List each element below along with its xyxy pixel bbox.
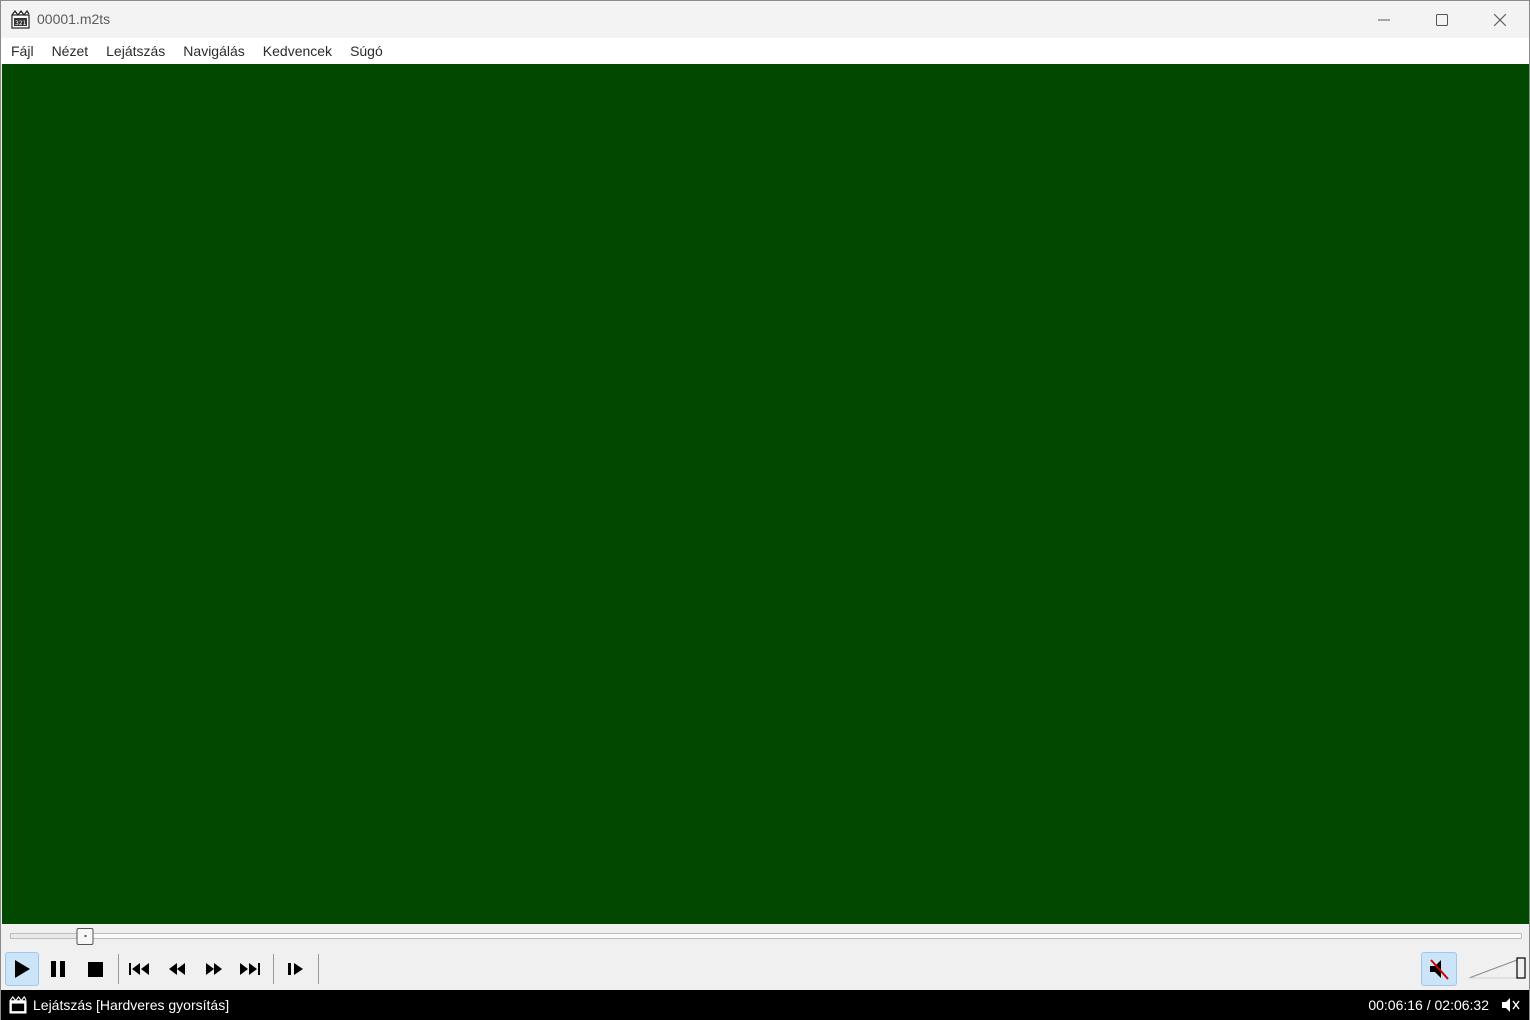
media-player-window: 321 00001.m2ts Fájl Nézet Lejátszás Navi… (0, 0, 1530, 1020)
mute-icon (1430, 959, 1449, 980)
frame-step-button[interactable] (279, 952, 313, 986)
skip-previous-icon (129, 963, 149, 975)
pause-icon (51, 961, 65, 977)
seek-bar[interactable] (1, 924, 1529, 948)
menu-navigate[interactable]: Navigálás (174, 38, 253, 64)
close-button[interactable] (1471, 1, 1529, 38)
playback-status: Lejátszás [Hardveres gyorsítás] (33, 997, 230, 1013)
svg-text:321: 321 (15, 20, 27, 27)
minimize-button[interactable] (1355, 1, 1413, 38)
skip-next-icon (240, 963, 260, 975)
seek-track[interactable] (10, 933, 1522, 939)
stop-button[interactable] (78, 952, 112, 986)
app-icon (9, 996, 27, 1014)
rewind-button[interactable] (160, 952, 194, 986)
next-button[interactable] (233, 952, 267, 986)
seek-thumb[interactable] (76, 928, 94, 945)
previous-button[interactable] (122, 952, 156, 986)
rewind-icon (169, 963, 185, 975)
volume-thumb (1516, 957, 1526, 979)
playback-toolbar (1, 948, 1529, 990)
stop-icon (87, 961, 103, 977)
menu-bar: Fájl Nézet Lejátszás Navigálás Kedvencek… (1, 38, 1529, 64)
maximize-button[interactable] (1413, 1, 1471, 38)
time-readout[interactable]: 00:06:16 / 02:06:32 (1368, 997, 1489, 1013)
menu-favorites[interactable]: Kedvencek (254, 38, 341, 64)
menu-view[interactable]: Nézet (43, 38, 98, 64)
toolbar-separator (318, 954, 319, 984)
toolbar-separator (118, 954, 119, 984)
frame-step-icon (288, 963, 303, 975)
menu-play[interactable]: Lejátszás (97, 38, 174, 64)
close-icon (1494, 13, 1506, 26)
audio-muted-icon (1502, 998, 1520, 1012)
mute-button[interactable] (1421, 952, 1457, 986)
video-area[interactable] (2, 64, 1529, 924)
play-icon (15, 960, 30, 978)
minimize-icon (1378, 19, 1390, 20)
window-title: 00001.m2ts (37, 11, 111, 27)
play-button[interactable] (5, 952, 39, 986)
fast-forward-icon (206, 963, 222, 975)
maximize-icon (1436, 13, 1448, 26)
status-bar: Lejátszás [Hardveres gyorsítás] 00:06:16… (1, 990, 1529, 1020)
app-icon: 321 (11, 10, 30, 29)
fast-forward-button[interactable] (197, 952, 231, 986)
menu-file[interactable]: Fájl (2, 38, 43, 64)
toolbar-separator (273, 954, 274, 984)
title-bar[interactable]: 321 00001.m2ts (1, 1, 1529, 38)
seek-progress (11, 934, 87, 938)
pause-button[interactable] (41, 952, 75, 986)
menu-help[interactable]: Súgó (341, 38, 392, 64)
volume-slider[interactable] (1467, 956, 1527, 982)
